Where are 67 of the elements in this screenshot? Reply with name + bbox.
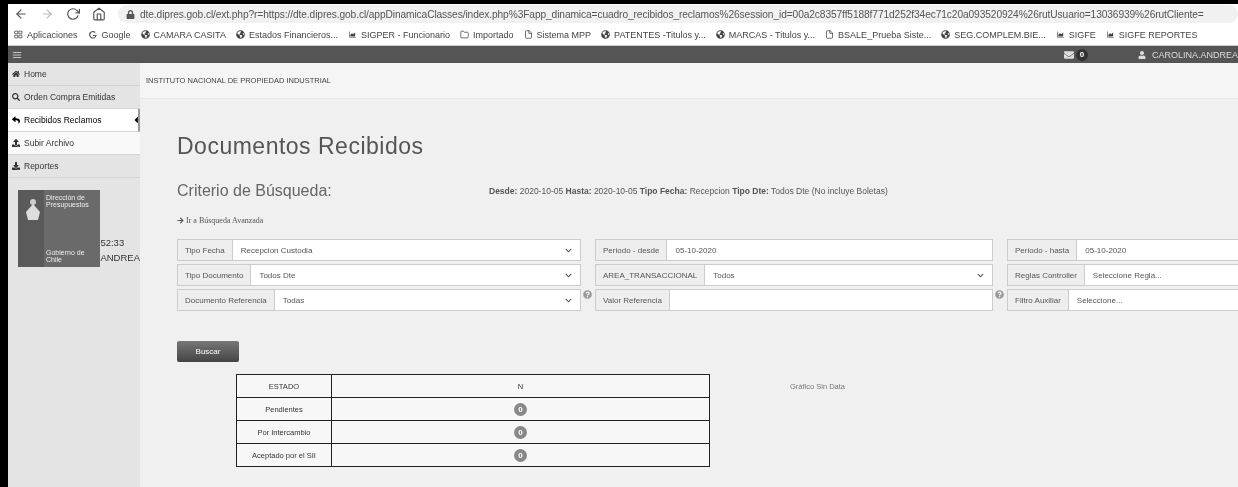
bookmark[interactable]: PATENTES -Titulos y...: [601, 29, 706, 40]
reply-icon: [12, 116, 20, 124]
bookmark[interactable]: SIGPER - Funcionario: [347, 29, 450, 40]
document-icon: [523, 30, 533, 39]
download-icon: [12, 162, 20, 170]
count-badge: 0: [514, 425, 527, 439]
sidebar-item[interactable]: Subir Archivo: [8, 132, 140, 155]
bookmark[interactable]: SIGFE REPORTES: [1105, 29, 1198, 40]
apps-icon: [14, 30, 23, 39]
lock-icon: [126, 9, 135, 19]
upload-icon: [12, 139, 20, 147]
arrow-icon: [177, 217, 184, 224]
bookmark-icon: [825, 30, 835, 39]
user-name[interactable]: CAROLINA.ANDREA: [1151, 49, 1238, 60]
globe-icon: [601, 30, 611, 39]
chevron-icon: [565, 296, 572, 304]
bookmark[interactable]: SEG.COMPLEM.BIE...: [941, 29, 1046, 40]
criteria-summary: Desde: 2020-10-05 Hasta: 2020-10-05 Tipo Fecha: Recepcion Tipo Dte: Todos Dte (No incluye Boletas): [489, 186, 888, 196]
chart-icon: [347, 30, 357, 39]
count-badge: 0: [514, 448, 527, 462]
select-field[interactable]: Tipo Fecha Recepcion Custodia: [177, 239, 581, 261]
bookmark[interactable]: MARCAS - Titulos y...: [715, 29, 816, 40]
bookmark[interactable]: BSALE_Prueba Siste...: [825, 29, 932, 40]
chevron-icon: [565, 246, 572, 254]
input-field[interactable]: Periodo - desde 05-10-2020: [595, 239, 993, 261]
advanced-search-link[interactable]: Ir a Búsqueda Avanzada: [177, 216, 264, 225]
chevron-icon: [977, 271, 984, 279]
session-time: 52:33: [100, 237, 126, 248]
google-icon: [87, 29, 98, 40]
home-icon[interactable]: [92, 7, 106, 21]
search-button[interactable]: Buscar: [177, 341, 239, 362]
bookmark[interactable]: Estados Financieros...: [235, 29, 338, 40]
bookmark[interactable]: Importado: [460, 29, 514, 40]
page-title: Documentos Recibidos: [177, 133, 425, 160]
bookmark[interactable]: Google: [87, 29, 131, 40]
bookmark[interactable]: Sistema MPP: [523, 29, 592, 40]
chevron-icon: [565, 271, 572, 279]
globe-icon: [941, 30, 951, 39]
select-field[interactable]: AREA_TRANSACCIONAL Todos: [595, 264, 993, 286]
criteria-heading: Criterio de Búsqueda:: [177, 182, 333, 200]
count-badge: 0: [514, 402, 527, 416]
sidebar-item[interactable]: Recibidos Reclamos: [8, 109, 140, 132]
select-field[interactable]: Tipo Documento Todos Dte: [177, 264, 581, 286]
select-field[interactable]: Documento Referencia Todas: [177, 289, 581, 311]
bookmark[interactable]: CAMARA CASITA: [140, 29, 226, 40]
globe-icon: [140, 30, 150, 39]
address-bar[interactable]: dte.dipres.gob.cl/ext.php?r=https://dte.dipres.gob.cl/appDinamicaClasses/index.php%3Fapp_dinamica=cuadro_recibidos_reclamos%26session_id=00a2c8357ff5188f771d252f34ec71c20a093520924%26rutUsuario=13036939%26rutCliente=: [118, 5, 1238, 23]
input-field[interactable]: Valor Referencia: [595, 289, 993, 311]
bookmark[interactable]: SIGFE: [1055, 29, 1096, 40]
back-icon[interactable]: [14, 7, 28, 21]
chart-icon: [1055, 30, 1065, 39]
chart-icon: [1105, 30, 1115, 39]
globe-icon: [235, 30, 245, 39]
input-field[interactable]: Periodo - hasta 05-10-2020: [1007, 239, 1238, 261]
message-count: 0: [1075, 48, 1088, 61]
user-icon: [1137, 50, 1146, 59]
bookmark[interactable]: Aplicaciones: [14, 29, 78, 40]
home-icon: [12, 70, 20, 78]
search-icon: [12, 93, 20, 101]
sidebar-user: ANDREA: [100, 252, 140, 263]
input-field[interactable]: Reglas Controller Seleccione Regla...: [1007, 264, 1238, 286]
reload-icon[interactable]: [66, 7, 80, 21]
input-field[interactable]: Filtro Auxiliar Seleccione...: [1007, 289, 1238, 311]
folder-icon: [460, 30, 469, 39]
mail-icon[interactable]: [1063, 49, 1074, 60]
menu-icon[interactable]: [12, 49, 22, 60]
globe-icon: [715, 30, 725, 39]
